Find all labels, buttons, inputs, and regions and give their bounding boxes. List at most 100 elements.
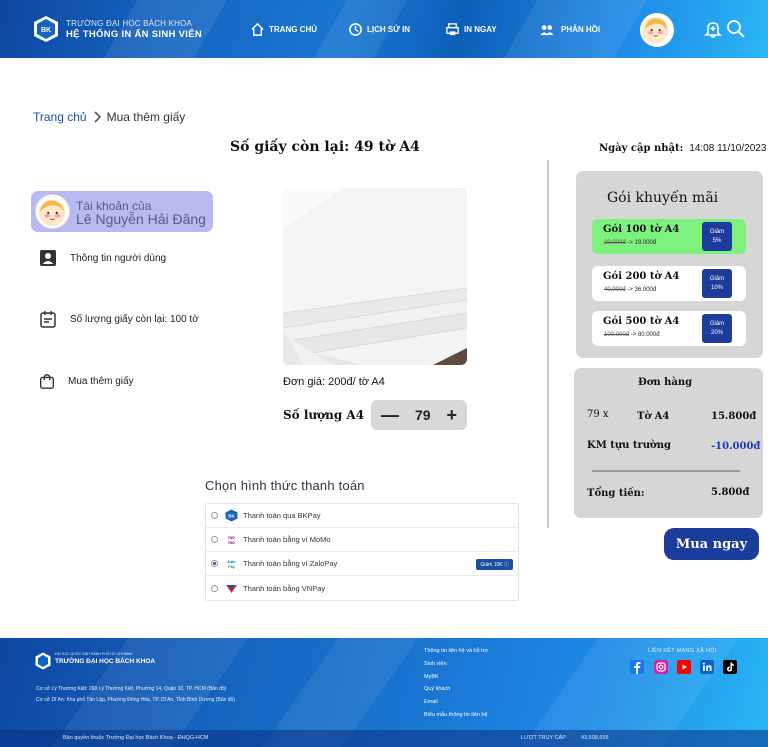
nav-print-now-label: IN NGAY (464, 25, 497, 34)
order-item: Tờ A4 (637, 411, 670, 422)
payment-label-vnpay: Thanh toán bằng VNPay (243, 583, 326, 593)
footer-link-contact[interactable]: Thông tin liên hệ và hỗ trợ (424, 648, 488, 654)
quantity-stepper[interactable]: — 79 + (371, 400, 467, 430)
footer-link-email[interactable]: Email (424, 699, 438, 705)
svg-text:BK: BK (228, 514, 235, 519)
payment-methods: BK Thanh toán qua BKPay mo mo Thanh toán … (205, 503, 519, 601)
pack-name: Gói 200 tờ A4 (603, 271, 680, 282)
user-card-icon (40, 250, 56, 266)
linkedin-icon[interactable] (700, 660, 714, 674)
account-card[interactable]: Tài khoản của Lê Nguyễn Hải Đăng (31, 191, 213, 232)
order-title: Đơn hàng (638, 377, 693, 388)
payment-option-momo[interactable]: mo mo Thanh toán bằng ví MoMo (206, 528, 518, 552)
brand-line2: HỆ THỐNG IN ẤN SINH VIÊN (66, 29, 202, 40)
order-discount-value: -10.000đ (711, 441, 761, 452)
radio-bkpay[interactable] (211, 512, 218, 519)
promo-pack-500[interactable]: Gói 500 tờ A4 100.000đ -> 80.000đ Giảm 20… (592, 311, 746, 346)
user-avatar[interactable] (640, 13, 674, 47)
bkpay-logo-icon: BK (225, 509, 238, 522)
pack-name: Gói 500 tờ A4 (603, 316, 680, 327)
account-avatar (35, 194, 70, 229)
updated-info: Ngày cập nhật: 14:08 11/10/2023 (599, 143, 766, 154)
breadcrumb: Trang chủ Mua thêm giấy (33, 110, 185, 124)
updated-label: Ngày cập nhật: (599, 143, 684, 154)
paper-stack-image (283, 188, 467, 365)
menu-paper-left[interactable]: Số lượng giấy còn lại: 100 tờ (38, 309, 199, 329)
payment-option-zalopay[interactable]: Zalo Pay Thanh toán bằng ví ZaloPay Giảm … (206, 552, 518, 576)
menu-buy-more[interactable]: Mua thêm giấy (38, 372, 134, 390)
nav-history[interactable]: LỊCH SỬ IN (348, 22, 410, 37)
vnpay-logo-icon (226, 584, 237, 593)
footer-visits-label: LƯỢT TRUY CẬP (521, 735, 566, 741)
search-icon[interactable] (726, 19, 746, 39)
menu-user-info[interactable]: Thông tin người dùng (38, 248, 166, 268)
payment-option-bkpay[interactable]: BK Thanh toán qua BKPay (206, 504, 518, 528)
remaining-paper-title: Số giấy còn lại: 49 tờ A4 (230, 139, 420, 155)
promo-title: Gói khuyến mãi (607, 190, 719, 206)
zalopay-promo-badge[interactable]: Giảm 10K ⓘ (476, 559, 513, 570)
nav-feedback[interactable]: PHẢN HỒI (537, 22, 600, 37)
footer-link-students[interactable]: Sinh viên (424, 661, 447, 667)
pack-discount-badge: Giảm 10% (702, 269, 732, 298)
feedback-icon (540, 25, 554, 36)
pack-price: 40.000đ -> 36.000đ (604, 287, 657, 293)
radio-zalopay[interactable] (211, 560, 218, 567)
order-qty: 79 x (587, 409, 609, 420)
bell-icon[interactable] (703, 19, 723, 39)
nav-print-now[interactable]: IN NGAY (445, 22, 497, 37)
payment-title: Chọn hình thức thanh toán (205, 478, 365, 493)
footer-logo-icon[interactable] (35, 652, 51, 670)
quantity-value[interactable]: 79 (415, 407, 431, 423)
buy-now-button[interactable]: Mua ngay (664, 528, 759, 560)
order-total-label: Tổng tiền: (587, 488, 645, 499)
printer-icon (446, 23, 459, 36)
youtube-icon[interactable] (677, 660, 691, 674)
menu-paper-left-label: Số lượng giấy còn lại: 100 tờ (70, 313, 199, 325)
instagram-icon[interactable] (654, 660, 668, 674)
radio-momo[interactable] (211, 536, 218, 543)
payment-option-vnpay[interactable]: Thanh toán bằng VNPay (206, 576, 518, 600)
svg-text:mo: mo (228, 540, 235, 545)
footer-address-2: Cơ sở Dĩ An: Khu phố Tân Lập, Phường Đôn… (36, 697, 235, 703)
pack-discount-badge: Giảm 20% (702, 314, 732, 343)
promo-pack-100[interactable]: Gói 100 tờ A4 20.000đ -> 19.000đ Giảm 5% (592, 219, 746, 254)
payment-label-bkpay: Thanh toán qua BKPay (243, 511, 321, 520)
bk-logo-icon[interactable]: BK (33, 15, 59, 43)
svg-text:Pay: Pay (228, 564, 236, 569)
footer-copyright: Bản quyền thuộc Trường Đại học Bách Khoa… (63, 735, 209, 741)
unit-price: Đơn giá: 200đ/ tờ A4 (283, 376, 385, 388)
vertical-divider (547, 160, 549, 528)
breadcrumb-home[interactable]: Trang chủ (33, 110, 87, 124)
nav-history-label: LỊCH SỬ IN (367, 25, 411, 34)
brand-line1: TRƯỜNG ĐẠI HỌC BÁCH KHOA (66, 19, 193, 28)
footer-link-guests[interactable]: Quý khách (424, 686, 450, 692)
momo-logo-icon: momo (225, 533, 238, 546)
breadcrumb-current: Mua thêm giấy (106, 110, 186, 124)
top-header: BK TRƯỜNG ĐẠI HỌC BÁCH KHOA HỆ THỐNG IN … (0, 0, 768, 58)
increment-button[interactable]: + (446, 406, 457, 424)
nav-home[interactable]: TRANG CHỦ (250, 22, 317, 37)
decrement-button[interactable]: — (381, 406, 399, 424)
footer-link-mybk[interactable]: MyBK (424, 674, 439, 680)
nav-home-label: TRANG CHỦ (269, 25, 317, 34)
facebook-icon[interactable] (630, 660, 644, 674)
brand: TRƯỜNG ĐẠI HỌC BÁCH KHOA HỆ THỐNG IN ẤN … (66, 19, 202, 40)
menu-user-info-label: Thông tin người dùng (70, 252, 167, 264)
pack-price: 20.000đ -> 19.000đ (604, 240, 657, 246)
svg-text:BK: BK (41, 27, 51, 34)
menu-buy-more-label: Mua thêm giấy (68, 375, 134, 387)
updated-value: 14:08 11/10/2023 (689, 143, 767, 154)
footer-university-parent: ĐẠI HỌC QUỐC GIA THÀNH PHỐ HỒ CHÍ MINH (55, 652, 133, 656)
tiktok-icon[interactable] (723, 660, 737, 674)
account-name: Lê Nguyễn Hải Đăng (76, 211, 206, 227)
shopping-bag-icon (40, 374, 54, 389)
radio-vnpay[interactable] (211, 584, 218, 592)
footer-address-1: Cơ sở Lý Thường Kiệt: 268 Lý Thường Kiệt… (36, 686, 227, 692)
avatar-image (38, 199, 66, 227)
promo-pack-200[interactable]: Gói 200 tờ A4 40.000đ -> 36.000đ Giảm 10% (592, 266, 746, 301)
nav-feedback-label: PHẢN HỒI (561, 25, 601, 34)
pack-price: 100.000đ -> 80.000đ (604, 332, 660, 338)
calendar-icon (40, 311, 56, 328)
history-icon (349, 23, 362, 36)
footer-link-contact-form[interactable]: Biểu mẫu thông tin liên hệ (424, 712, 488, 718)
